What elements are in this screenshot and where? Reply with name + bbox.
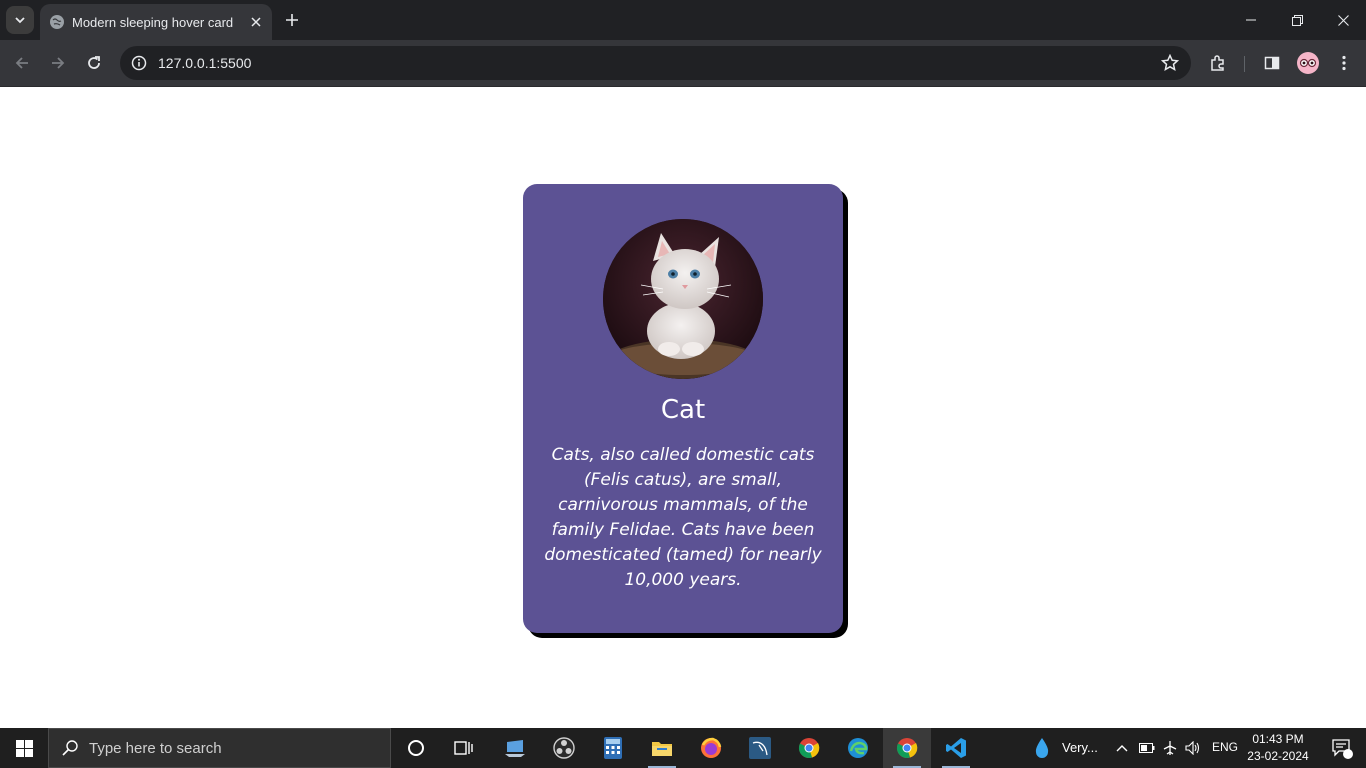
taskbar-app-edge[interactable] xyxy=(834,728,882,768)
calculator-icon xyxy=(604,737,622,759)
firefox-icon xyxy=(701,737,722,758)
taskbar-app-firefox[interactable] xyxy=(687,728,735,768)
card-title: Cat xyxy=(660,395,706,425)
side-panel-icon xyxy=(1264,56,1280,70)
search-placeholder: Type here to search xyxy=(89,739,222,757)
chrome-icon xyxy=(896,738,918,758)
cortana-button[interactable] xyxy=(392,728,440,768)
taskbar-app-vscode[interactable] xyxy=(932,728,980,768)
clock-date: 23-02-2024 xyxy=(1247,749,1309,763)
new-tab-button[interactable] xyxy=(280,8,304,32)
browser-tab[interactable]: Modern sleeping hover card xyxy=(40,4,272,40)
chevron-up-icon xyxy=(1116,745,1128,752)
profile-icon xyxy=(1297,52,1319,74)
battery-button[interactable] xyxy=(1136,728,1158,768)
extensions-button[interactable] xyxy=(1203,48,1233,78)
profile-button[interactable] xyxy=(1293,48,1323,78)
reload-button[interactable] xyxy=(79,48,109,78)
taskbar-search-box[interactable]: Type here to search xyxy=(48,728,391,768)
weather-widget[interactable] xyxy=(1022,728,1062,768)
card-description: Cats, also called domestic cats (Felis c… xyxy=(544,445,822,590)
language-indicator[interactable]: ENG xyxy=(1212,740,1238,754)
cortana-icon xyxy=(408,740,424,756)
weather-text[interactable]: Very... xyxy=(1062,740,1098,755)
taskbar-app-calculator[interactable] xyxy=(589,728,637,768)
water-drop-icon xyxy=(1035,738,1049,758)
info-icon[interactable] xyxy=(122,46,156,80)
mysql-workbench-icon xyxy=(749,737,771,759)
minimize-icon xyxy=(1246,19,1256,21)
volume-button[interactable] xyxy=(1182,728,1204,768)
desktop-app-icon xyxy=(505,740,525,757)
cat-image xyxy=(603,219,763,379)
forward-icon xyxy=(52,57,65,69)
taskbar-app-mysql-workbench[interactable] xyxy=(736,728,784,768)
network-button[interactable] xyxy=(1159,728,1181,768)
task-view-button[interactable] xyxy=(440,728,488,768)
window-close-button[interactable] xyxy=(1320,0,1366,40)
start-button[interactable] xyxy=(0,728,48,768)
side-panel-button[interactable] xyxy=(1257,48,1287,78)
show-hidden-icons-button[interactable] xyxy=(1110,728,1134,768)
search-icon xyxy=(62,740,78,756)
close-icon[interactable] xyxy=(246,12,266,32)
notification-count: 4 xyxy=(1353,750,1359,760)
speaker-icon xyxy=(1185,741,1200,755)
edge-icon xyxy=(848,738,868,758)
taskbar-app-desktop[interactable] xyxy=(491,728,539,768)
task-view-icon xyxy=(454,741,473,755)
restore-button[interactable] xyxy=(1274,0,1320,40)
tab-search-button[interactable] xyxy=(6,6,34,34)
more-menu-button[interactable] xyxy=(1329,48,1359,78)
toolbar-divider xyxy=(1244,56,1245,72)
page-viewport: Cat Cats, also called domestic cats (Fel… xyxy=(0,87,1366,728)
folder-icon xyxy=(652,742,672,756)
browser-toolbar: 127.0.0.1:5500 xyxy=(0,40,1366,87)
action-center-button[interactable]: 4 xyxy=(1318,728,1366,768)
globe-icon xyxy=(50,15,64,29)
extensions-icon xyxy=(1211,55,1224,71)
back-icon xyxy=(15,57,28,69)
browser-tab-bar: Modern sleeping hover card xyxy=(0,0,1366,40)
back-button[interactable] xyxy=(7,48,37,78)
taskbar-app-file-explorer[interactable] xyxy=(638,728,686,768)
close-icon xyxy=(1337,14,1349,26)
windows-taskbar: Type here to search Very... ENG 01:43 PM… xyxy=(0,728,1366,768)
chrome-icon xyxy=(798,738,820,758)
address-bar[interactable]: 127.0.0.1:5500 xyxy=(120,46,1191,80)
url-text: 127.0.0.1:5500 xyxy=(158,55,252,71)
more-icon xyxy=(1342,55,1346,71)
restore-icon xyxy=(1291,14,1303,26)
minimize-button[interactable] xyxy=(1228,0,1274,40)
star-icon[interactable] xyxy=(1161,54,1179,72)
chevron-down-icon xyxy=(15,17,25,24)
taskbar-clock[interactable]: 01:43 PM 23-02-2024 xyxy=(1240,731,1316,765)
reload-icon xyxy=(88,56,100,69)
tab-title: Modern sleeping hover card xyxy=(72,14,234,30)
cat-avatar xyxy=(603,219,763,379)
plus-icon xyxy=(286,14,298,26)
forward-button[interactable] xyxy=(43,48,73,78)
clock-time: 01:43 PM xyxy=(1252,732,1304,746)
taskbar-app-chrome[interactable] xyxy=(785,728,833,768)
vscode-icon xyxy=(946,738,966,758)
taskbar-app-obs[interactable] xyxy=(540,728,588,768)
windows-logo-icon xyxy=(15,739,33,757)
obs-icon xyxy=(553,737,575,759)
notification-icon xyxy=(1332,739,1353,759)
battery-icon xyxy=(1139,743,1155,753)
hover-card[interactable]: Cat Cats, also called domestic cats (Fel… xyxy=(523,184,843,633)
taskbar-app-chrome-active[interactable] xyxy=(883,728,931,768)
airplane-mode-icon xyxy=(1163,741,1177,755)
